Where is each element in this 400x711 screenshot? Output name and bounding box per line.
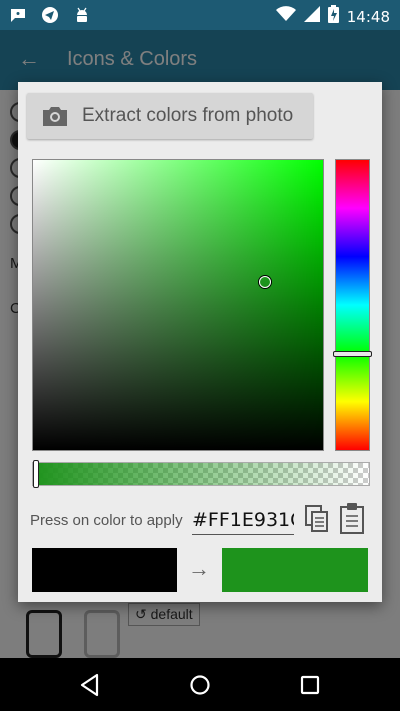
battery-charging-icon [327,5,339,28]
android-icon [72,5,92,25]
alpha-slider[interactable] [32,460,370,488]
old-color-swatch[interactable] [32,548,177,592]
extract-colors-label: Extract colors from photo [82,105,294,126]
status-time: 14:48 [346,7,390,26]
new-color-swatch[interactable] [222,548,368,592]
arrow-right-icon: → [188,556,210,581]
clipboard-icon[interactable] [339,502,365,534]
extract-colors-button[interactable]: Extract colors from photo [27,93,313,139]
camera-icon [41,105,71,127]
alpha-slider-handle[interactable] [33,460,39,488]
alpha-gradient [33,463,369,485]
hue-slider-handle[interactable] [333,351,372,358]
navigation-bar [0,658,400,711]
hue-slider[interactable] [333,159,372,451]
chat-icon [8,5,28,25]
apply-hint: Press on color to apply [30,512,183,529]
apply-row: Press on color to apply #FF1E931C [30,503,370,536]
back-triangle-icon[interactable] [76,671,104,699]
status-bar: 14:48 [0,0,400,30]
hex-color-input[interactable]: #FF1E931C [192,506,294,535]
saturation-value-picker[interactable] [32,159,324,451]
color-picker-dialog: Extract colors from photo Press on color… [18,82,382,602]
home-circle-icon[interactable] [186,671,214,699]
color-cursor[interactable] [259,275,271,288]
send-icon [40,5,60,25]
wifi-icon [275,6,296,27]
signal-icon [303,6,320,27]
copy-icon[interactable] [304,504,330,534]
recents-square-icon[interactable] [296,671,324,699]
